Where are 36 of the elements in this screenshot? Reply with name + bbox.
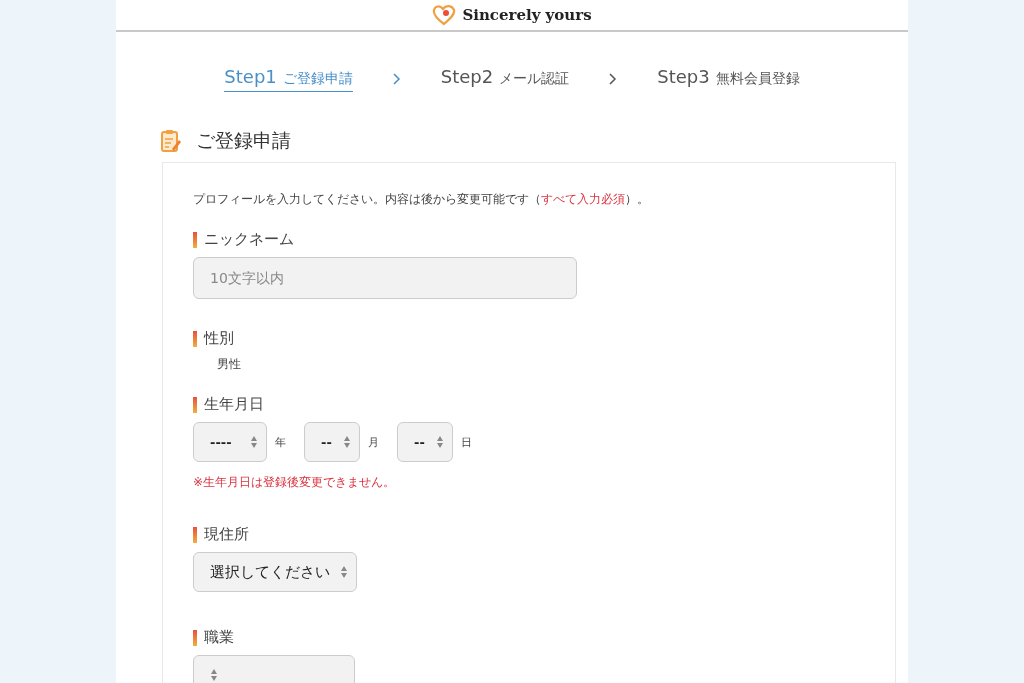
date-unit: 年 bbox=[275, 434, 286, 450]
field-label: 生年月日 bbox=[204, 395, 264, 414]
chevron-icon bbox=[392, 73, 401, 85]
field-label: 性別 bbox=[204, 329, 234, 348]
date-unit: 日 bbox=[461, 434, 472, 450]
label-bar bbox=[193, 330, 197, 347]
updown-icon bbox=[343, 435, 351, 449]
logo-text: Sincerely yours bbox=[462, 6, 592, 24]
date-unit: 月 bbox=[368, 434, 379, 450]
intro-text: プロフィールを入力してください。内容は後から変更可能です（すべて入力必須）。 bbox=[193, 191, 650, 208]
section-title: ご登録申請 bbox=[196, 128, 291, 153]
warning-note: ※生年月日は登録後変更できません。 bbox=[193, 474, 397, 491]
clipboard-pencil-icon bbox=[160, 129, 182, 153]
field-label: ニックネーム bbox=[204, 230, 294, 249]
date-select[interactable]: -- bbox=[397, 422, 453, 462]
updown-icon bbox=[250, 435, 258, 449]
updown-icon bbox=[340, 565, 348, 579]
label-bar bbox=[193, 231, 197, 248]
updown-icon bbox=[436, 435, 444, 449]
date-select[interactable]: -- bbox=[304, 422, 360, 462]
nickname-field[interactable]: 10文字以内 bbox=[193, 257, 577, 299]
updown-icon bbox=[210, 668, 218, 682]
step-tab[interactable]: Step1 ご登録申請 bbox=[224, 66, 353, 92]
field-label: 職業 bbox=[204, 628, 234, 647]
label-bar bbox=[193, 526, 197, 543]
label-bar bbox=[193, 629, 197, 646]
dropdown[interactable]: 選択してください bbox=[193, 552, 357, 592]
step-tab[interactable]: Step2 メール認証 bbox=[440, 66, 570, 92]
heart-logo-icon bbox=[432, 4, 457, 26]
label-bar bbox=[193, 396, 197, 413]
chevron-icon bbox=[609, 73, 618, 85]
field-label: 現住所 bbox=[204, 525, 249, 544]
date-select[interactable]: ---- bbox=[193, 422, 267, 462]
field-value: 男性 bbox=[216, 356, 242, 373]
step-tab[interactable]: Step3 無料会員登録 bbox=[657, 66, 800, 92]
dropdown[interactable] bbox=[193, 655, 355, 683]
